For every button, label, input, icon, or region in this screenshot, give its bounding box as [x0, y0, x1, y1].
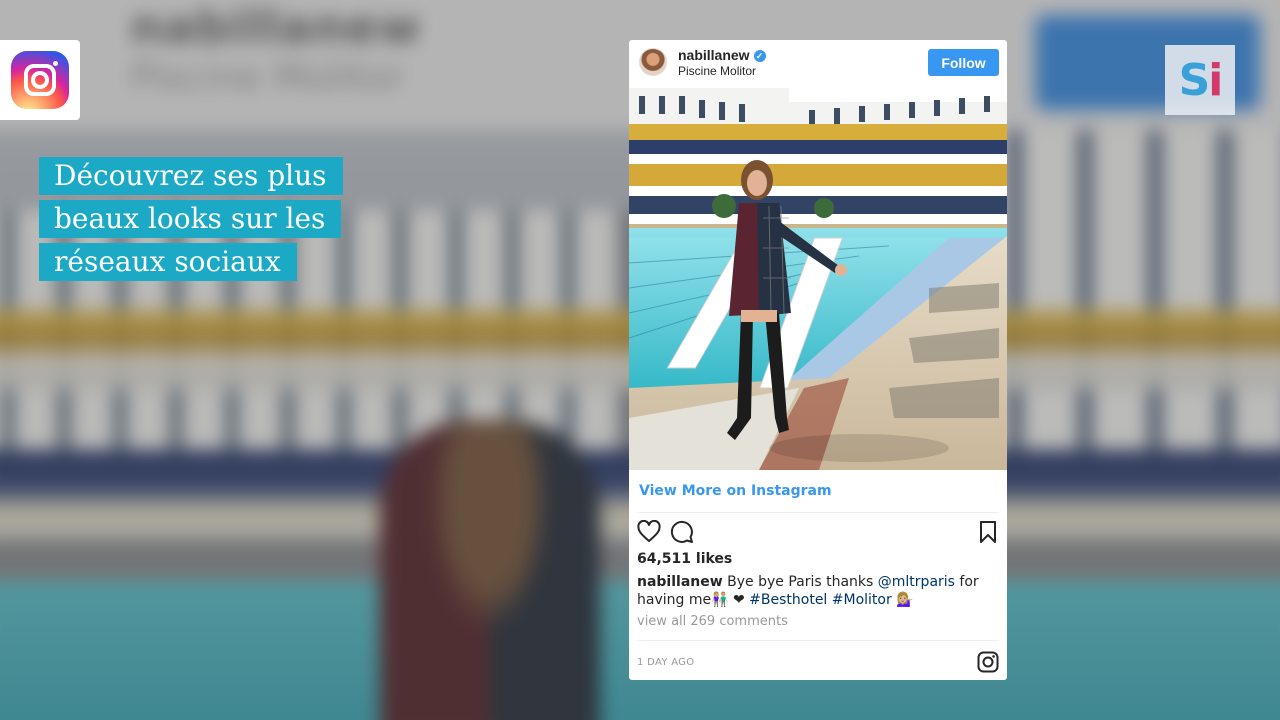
- post-username[interactable]: nabillanew ✓: [678, 47, 766, 63]
- avatar[interactable]: [639, 48, 667, 76]
- divider: [637, 512, 999, 513]
- instagram-post-card: nabillanew ✓ Piscine Molitor Follow View…: [629, 40, 1007, 680]
- caption-line: Découvrez ses plus: [39, 157, 343, 195]
- mention-link[interactable]: @mltrparis: [878, 574, 955, 590]
- verified-check-icon: ✓: [753, 50, 766, 62]
- divider: [637, 640, 999, 641]
- comment-icon[interactable]: [670, 520, 694, 544]
- post-header: nabillanew ✓ Piscine Molitor Follow: [629, 40, 1007, 88]
- view-more-on-instagram-link[interactable]: View More on Instagram: [639, 483, 832, 499]
- follow-button[interactable]: Follow: [928, 49, 999, 76]
- caption-line: réseaux sociaux: [39, 243, 297, 281]
- heart-icon[interactable]: [637, 520, 661, 544]
- post-photo[interactable]: [629, 88, 1007, 470]
- post-location[interactable]: Piscine Molitor: [678, 64, 756, 78]
- post-timestamp: 1 DAY AGO: [637, 657, 695, 668]
- hashtag-link[interactable]: #Besthotel: [749, 592, 827, 608]
- instagram-glyph-icon[interactable]: [977, 651, 999, 673]
- view-all-comments-link[interactable]: view all 269 comments: [637, 614, 788, 629]
- instagram-logo-badge: [0, 40, 80, 120]
- hashtag-link[interactable]: #Molitor: [827, 592, 892, 608]
- caption-username[interactable]: nabillanew: [637, 574, 723, 590]
- likes-count[interactable]: 64,511 likes: [637, 551, 732, 567]
- video-caption: Découvrez ses plus beaux looks sur les r…: [39, 157, 343, 286]
- post-caption: nabillanew Bye bye Paris thanks @mltrpar…: [637, 574, 979, 608]
- instagram-icon: [11, 51, 69, 109]
- caption-line: beaux looks sur les: [39, 200, 342, 238]
- si-logo: Si: [1165, 45, 1235, 115]
- bookmark-icon[interactable]: [978, 521, 998, 543]
